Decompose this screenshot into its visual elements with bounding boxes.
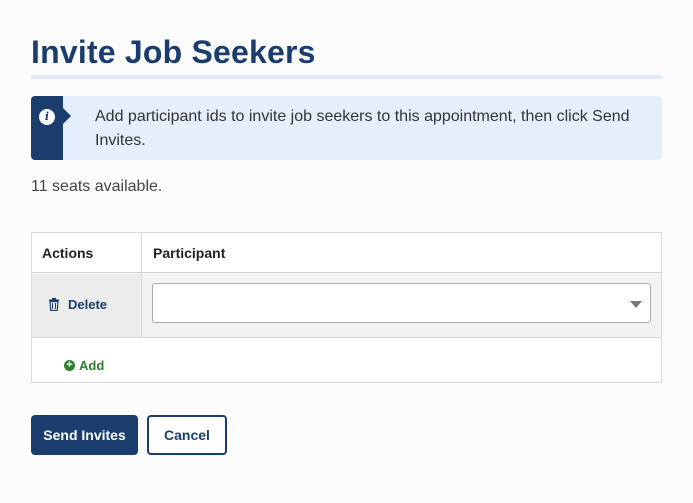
info-alert-text: Add participant ids to invite job seeker… [95,108,630,149]
participants-table: Actions Participant Delete + Add [31,232,662,383]
actions-cell: Delete [32,274,141,337]
seats-available-text: 11 seats available. [31,178,163,195]
title-underline [31,75,662,79]
table-header-row: Actions Participant [32,233,661,273]
info-alert-notch [63,108,71,124]
delete-row-button[interactable]: Delete [48,294,107,314]
add-label: Add [79,357,105,373]
column-header-actions: Actions [42,245,94,261]
column-header-participant: Participant [153,245,226,261]
send-invites-button[interactable]: Send Invites [31,415,138,455]
participant-select[interactable] [152,283,651,323]
info-alert: i Add participant ids to invite job seek… [31,96,662,160]
info-icon: i [39,109,55,125]
delete-label: Delete [68,296,108,312]
table-row: Delete [32,274,661,338]
plus-circle-icon: + [64,359,75,371]
info-alert-bar: i [31,96,63,160]
add-row-button[interactable]: + Add [64,357,104,373]
trash-icon [49,297,59,311]
dropdown-arrow-icon [630,301,642,308]
page-title: Invite Job Seekers [31,34,316,70]
cancel-button[interactable]: Cancel [147,415,227,455]
